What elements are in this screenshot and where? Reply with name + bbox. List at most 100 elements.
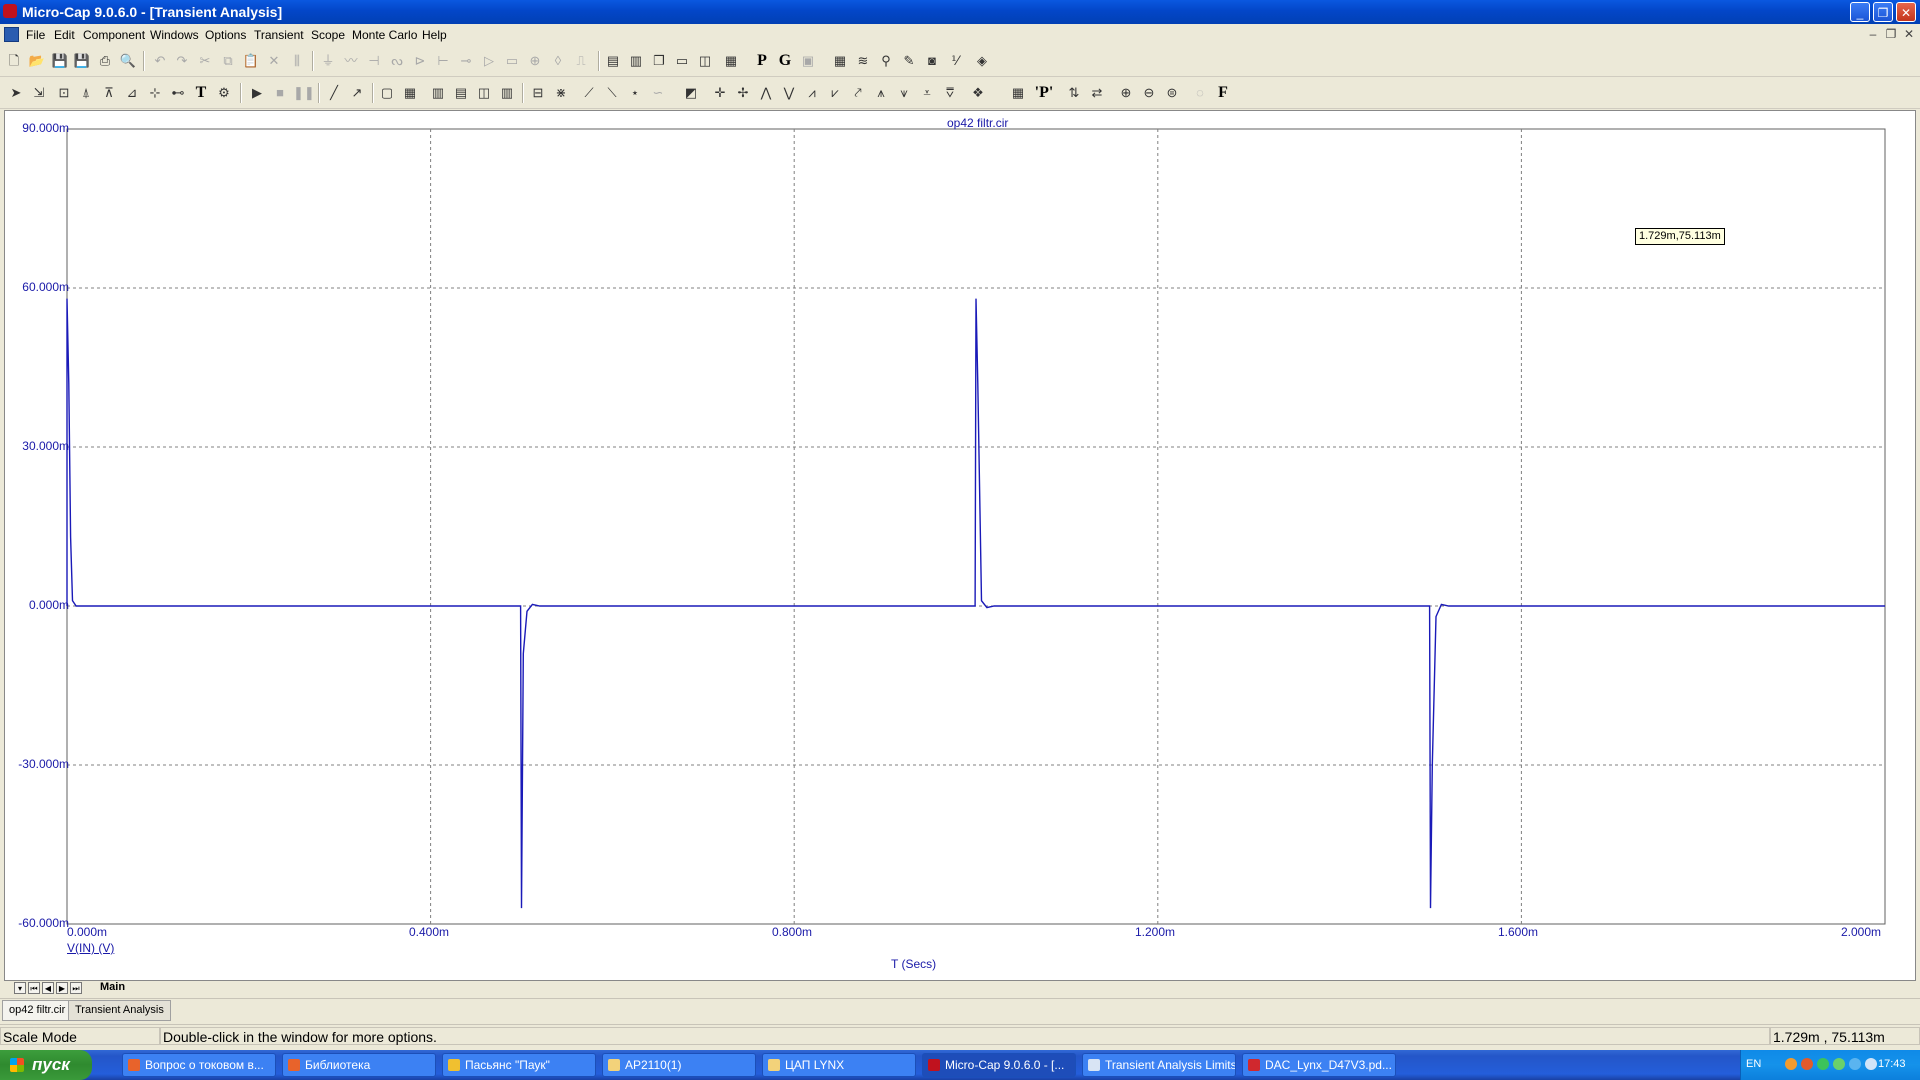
tag-mode-icon[interactable]: ⊼ bbox=[99, 83, 119, 103]
taskbar-button[interactable]: DAC_Lynx_D47V3.pd... bbox=[1242, 1053, 1396, 1077]
zoom-fit-icon[interactable]: ⊜ bbox=[1162, 83, 1182, 103]
source-icon[interactable]: ◊ bbox=[548, 51, 568, 71]
calculator-icon[interactable]: ▦ bbox=[721, 51, 741, 71]
tray-volume-icon[interactable] bbox=[1865, 1058, 1877, 1070]
arrow-tool-icon[interactable]: ↗ bbox=[347, 83, 367, 103]
global-low-icon[interactable]: ⩛ bbox=[894, 83, 914, 103]
low-find-icon[interactable]: ⩗ bbox=[825, 83, 845, 103]
tile-horizontal-icon[interactable]: ▤ bbox=[603, 51, 623, 71]
mdi-close-button[interactable]: ✕ bbox=[1902, 27, 1916, 41]
battery-icon[interactable]: ⊢ bbox=[433, 51, 453, 71]
border-icon[interactable]: ▢ bbox=[377, 83, 397, 103]
next-page-icon[interactable]: ▶ bbox=[56, 982, 68, 994]
mdi-minimize-button[interactable]: – bbox=[1866, 27, 1880, 41]
pen-icon[interactable]: ✎ bbox=[899, 51, 919, 71]
point-tag-icon[interactable]: ⊿ bbox=[122, 83, 142, 103]
top-icon[interactable]: ⩡ bbox=[917, 83, 937, 103]
axis-icon[interactable]: ⅟ bbox=[945, 51, 965, 71]
resistor-icon[interactable]: 〰 bbox=[341, 51, 361, 71]
restore-button[interactable]: ❐ bbox=[1873, 2, 1893, 22]
table-icon[interactable]: ▦ bbox=[1008, 83, 1028, 103]
cursor-right-icon[interactable]: ✢ bbox=[733, 83, 753, 103]
ground-icon[interactable]: ⏚ bbox=[318, 51, 338, 71]
grid-bold-icon[interactable]: ▤ bbox=[451, 83, 471, 103]
cascade-icon[interactable]: ❐ bbox=[649, 51, 669, 71]
new-file-icon[interactable]: 🗋 bbox=[4, 51, 24, 71]
tray-network-icon[interactable] bbox=[1817, 1058, 1829, 1070]
help-icon[interactable]: ◌ bbox=[1190, 83, 1210, 103]
horizontal-tag-icon[interactable]: ⊹ bbox=[145, 83, 165, 103]
vertical-tag-icon[interactable]: ⊷ bbox=[168, 83, 188, 103]
stop-icon[interactable]: ■ bbox=[270, 83, 290, 103]
graphics-icon[interactable]: ⊡ bbox=[54, 83, 74, 103]
taskbar-button[interactable]: Пасьянс "Паук" bbox=[442, 1053, 596, 1077]
prev-page-icon[interactable]: ◀ bbox=[42, 982, 54, 994]
tray-app-icon[interactable] bbox=[1801, 1058, 1813, 1070]
redo-icon[interactable]: ↷ bbox=[172, 51, 192, 71]
peak-icon[interactable]: ⟋ bbox=[579, 83, 599, 103]
menu-transient[interactable]: Transient bbox=[254, 28, 304, 42]
cut-icon[interactable]: ✂ bbox=[195, 51, 215, 71]
taskbar-button[interactable]: Вопрос о токовом в... bbox=[122, 1053, 276, 1077]
probe-icon[interactable]: ⚲ bbox=[876, 51, 896, 71]
window-split-icon[interactable]: ◫ bbox=[695, 51, 715, 71]
diode-icon[interactable]: ⊳ bbox=[410, 51, 430, 71]
close-button[interactable]: ✕ bbox=[1896, 2, 1916, 22]
first-page-icon[interactable]: ⏮ bbox=[28, 982, 40, 994]
inflection-icon[interactable]: ⤤ bbox=[848, 83, 868, 103]
valley-find-icon[interactable]: ⋁ bbox=[779, 83, 799, 103]
minor-grid-icon[interactable]: ▥ bbox=[428, 83, 448, 103]
inductor-icon[interactable]: ᔓ bbox=[387, 51, 407, 71]
same-y-scale-icon[interactable]: ⇅ bbox=[1064, 83, 1084, 103]
scale-icon[interactable]: ⇲ bbox=[29, 83, 49, 103]
tray-search-icon[interactable] bbox=[1849, 1058, 1861, 1070]
grid-text-icon[interactable]: ◫ bbox=[474, 83, 494, 103]
valley-icon[interactable]: ⟍ bbox=[602, 83, 622, 103]
peak-find-icon[interactable]: ⋀ bbox=[756, 83, 776, 103]
print-icon[interactable]: ⎙ bbox=[95, 51, 115, 71]
clear-icon[interactable]: ✕ bbox=[264, 51, 284, 71]
print-preview-icon[interactable]: 🔍 bbox=[118, 51, 138, 71]
zoom-in-icon[interactable]: ⊕ bbox=[1116, 83, 1136, 103]
menu-file[interactable]: File bbox=[26, 28, 45, 42]
microcap-app-icon[interactable] bbox=[3, 4, 17, 18]
animate-icon[interactable]: ❖ bbox=[968, 83, 988, 103]
macro-icon[interactable]: ▭ bbox=[502, 51, 522, 71]
window-icon[interactable]: ▭ bbox=[672, 51, 692, 71]
p-quote-button[interactable]: 'P' bbox=[1034, 83, 1054, 103]
tokens-icon[interactable]: ⋇ bbox=[551, 83, 571, 103]
tray-app-icon[interactable] bbox=[1785, 1058, 1797, 1070]
mdi-restore-button[interactable]: ❐ bbox=[1884, 27, 1898, 41]
title-bar[interactable]: Micro-Cap 9.0.6.0 - [Transient Analysis]… bbox=[0, 0, 1920, 24]
menu-monte-carlo[interactable]: Monte Carlo bbox=[352, 28, 417, 42]
menu-scope[interactable]: Scope bbox=[311, 28, 345, 42]
high-icon[interactable]: ⋆ bbox=[625, 83, 645, 103]
minimize-button[interactable]: _ bbox=[1850, 2, 1870, 22]
text-icon[interactable]: T bbox=[191, 83, 211, 103]
menu-component[interactable]: Component bbox=[83, 28, 145, 42]
page-tab-main[interactable]: Main bbox=[100, 981, 125, 993]
switch-icon[interactable]: ⊸ bbox=[456, 51, 476, 71]
taskbar-button[interactable]: Transient Analysis Limits bbox=[1082, 1053, 1236, 1077]
tray-network-icon[interactable] bbox=[1833, 1058, 1845, 1070]
copy-icon[interactable]: ⧉ bbox=[218, 51, 238, 71]
tile-vertical-icon[interactable]: ▥ bbox=[626, 51, 646, 71]
cursor-left-icon[interactable]: ✛ bbox=[710, 83, 730, 103]
menu-help[interactable]: Help bbox=[422, 28, 447, 42]
g-button[interactable]: G bbox=[775, 51, 795, 71]
component-panel-icon[interactable]: ▣ bbox=[798, 51, 818, 71]
same-x-scale-icon[interactable]: ⇄ bbox=[1087, 83, 1107, 103]
baseline-icon[interactable]: ⊟ bbox=[528, 83, 548, 103]
tab-circuit[interactable]: op42 filtr.cir bbox=[2, 1000, 73, 1021]
waveform-icon[interactable]: ≋ bbox=[853, 51, 873, 71]
language-indicator[interactable]: EN bbox=[1746, 1058, 1761, 1070]
grid-full-icon[interactable]: ▥ bbox=[497, 83, 517, 103]
menu-windows[interactable]: Windows bbox=[150, 28, 199, 42]
last-page-icon[interactable]: ⏭ bbox=[70, 982, 82, 994]
menu-edit[interactable]: Edit bbox=[54, 28, 75, 42]
start-button[interactable]: пуск bbox=[0, 1050, 92, 1080]
zoom-out-icon[interactable]: ⊖ bbox=[1139, 83, 1159, 103]
opamp-icon[interactable]: ▷ bbox=[479, 51, 499, 71]
undo-icon[interactable]: ↶ bbox=[150, 51, 170, 71]
taskbar-button[interactable]: AP2110(1) bbox=[602, 1053, 756, 1077]
